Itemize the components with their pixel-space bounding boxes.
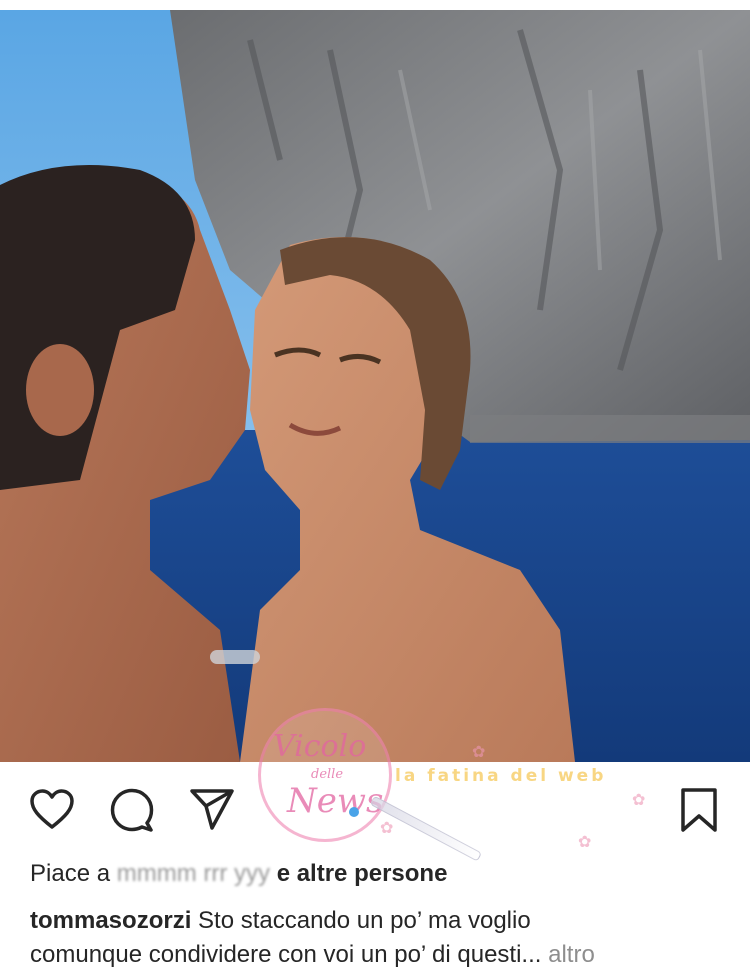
likes-prefix: Piace a [30,860,111,887]
heart-icon[interactable] [28,786,76,834]
caption-username[interactable]: tommasozorzi [30,907,191,934]
post-photo[interactable] [0,10,750,762]
likes-suffix: e altre persone [276,860,448,887]
caption-line-2: comunque condividere con voi un po’ di q… [30,938,742,972]
comment-icon[interactable] [108,786,156,834]
paw-icon: ✿ [472,744,486,761]
more-link[interactable]: altro [548,941,595,968]
send-icon[interactable] [188,786,236,834]
caption-text-2: comunque condividere con voi un po’ di q… [30,941,542,968]
post-caption: tommasozorzi Sto staccando un po’ ma vog… [30,904,742,972]
photo-illustration [0,10,750,762]
caption-text-1: Sto staccando un po’ ma voglio [198,907,531,934]
likes-summary[interactable]: Piace a mmmm rrr yyy e altre persone [30,860,447,888]
post-actions-bar [0,770,750,840]
watermark-text-line1: Vicolo [273,729,367,764]
bookmark-icon[interactable] [675,786,723,834]
likes-obscured-name: mmmm rrr yyy [116,860,271,887]
top-edge [0,0,750,10]
caption-line-1: tommasozorzi Sto staccando un po’ ma vog… [30,904,742,938]
